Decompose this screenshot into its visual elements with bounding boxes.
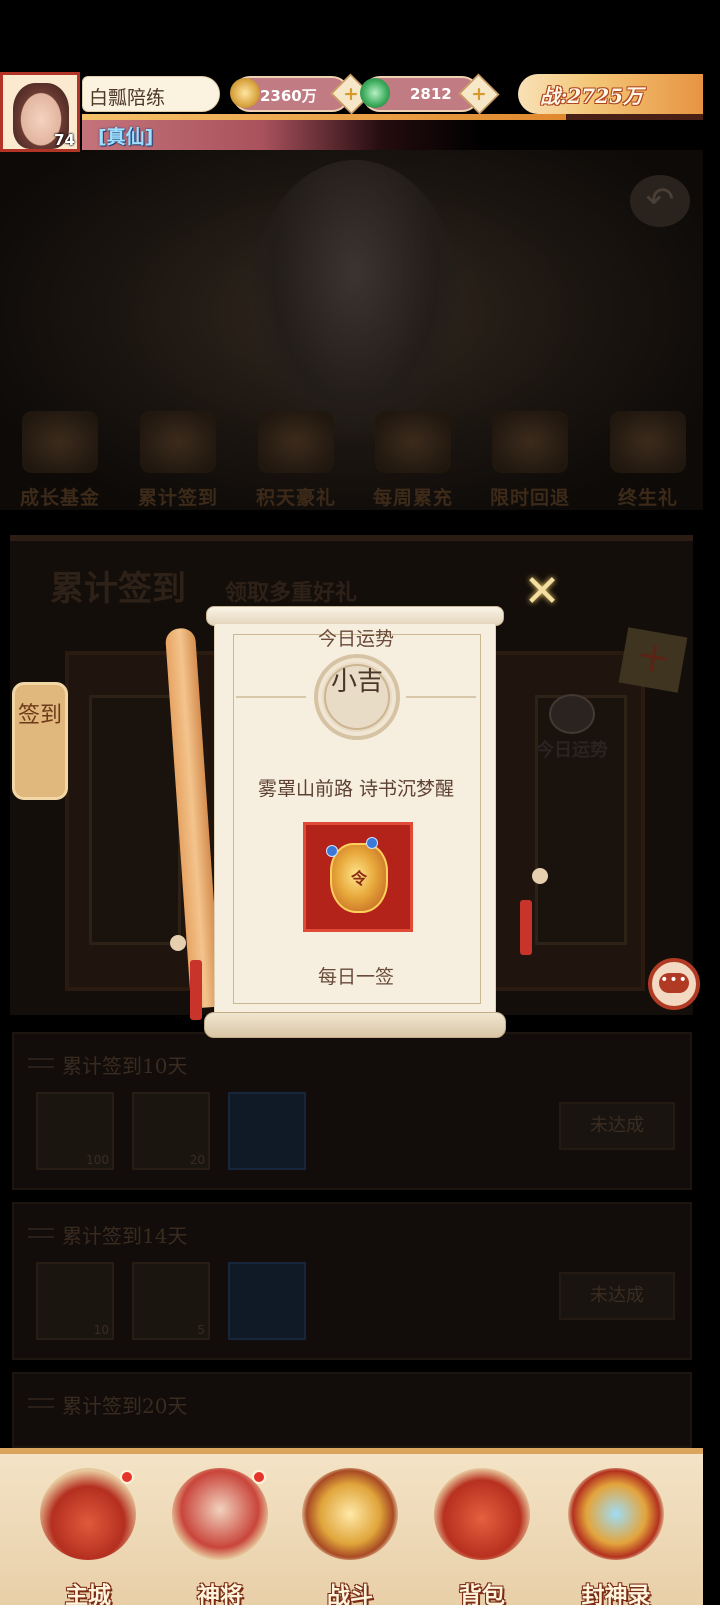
- claim-status-button[interactable]: 未达成: [559, 1102, 675, 1150]
- tassel-bead-icon: [532, 868, 548, 884]
- crossed-swords-icon: [302, 1468, 398, 1560]
- signin-side-tag[interactable]: 签到: [12, 682, 68, 800]
- tab-limited-refund[interactable]: 限时回退: [472, 405, 588, 515]
- backpack-icon: [434, 1468, 530, 1560]
- divider: [406, 696, 476, 698]
- tassel-bead-icon: [170, 935, 186, 951]
- bottom-navigation: 主城 神将 战斗 背包 封神录: [0, 1448, 703, 1605]
- player-title-strip: [真仙]: [82, 120, 482, 150]
- left-tassel-icon: [190, 960, 202, 1020]
- reward-row-20-days: 累计签到20天: [12, 1372, 692, 1448]
- divider: [236, 696, 306, 698]
- fortune-scroll-dialog: 今日运势 小吉 雾罩山前路 诗书沉梦醒 令 每日一签: [204, 606, 506, 1038]
- charm-icon: 令: [330, 843, 388, 913]
- notification-badge: [120, 1470, 134, 1484]
- player-level: 74: [54, 131, 75, 149]
- jade-amount: 2812: [410, 85, 452, 103]
- fortune-header: 今日运势: [317, 628, 394, 650]
- back-arrow-icon[interactable]: ↶: [630, 175, 690, 227]
- fortune-result-seal: 小吉: [314, 654, 400, 740]
- copper-amount: 2360万: [260, 87, 317, 105]
- fortune-result: 小吉: [330, 667, 383, 697]
- daily-fortune-button[interactable]: 今日运势: [528, 694, 616, 761]
- scroll-top-roller: [206, 606, 504, 626]
- lifetime-gift-icon: [610, 411, 686, 473]
- limited-refund-icon: [492, 411, 568, 473]
- reward-item[interactable]: [228, 1262, 306, 1340]
- jade-icon: [360, 78, 390, 108]
- activity-tab-bar: 成长基金 累计签到 积天豪礼 每周累充 限时回退 终生礼: [0, 405, 703, 515]
- signin-subtitle: 领取多重好礼: [225, 580, 358, 606]
- tab-lifetime-gift[interactable]: 终生礼: [590, 405, 703, 515]
- chat-bubble-icon: •••: [659, 973, 689, 993]
- daily-gift-icon: [258, 411, 334, 473]
- nav-investiture-record[interactable]: 封神录: [556, 1464, 676, 1605]
- row-deco-icon: [28, 1058, 54, 1068]
- tab-growth-fund[interactable]: 成长基金: [2, 405, 118, 515]
- nav-backpack[interactable]: 背包: [422, 1464, 542, 1605]
- fortune-reward-item[interactable]: 令: [303, 822, 413, 932]
- reward-item[interactable]: 100: [36, 1092, 114, 1170]
- gem-icon: [366, 837, 378, 849]
- nav-battle[interactable]: 战斗: [290, 1464, 410, 1605]
- close-icon[interactable]: ✕: [522, 570, 562, 614]
- weekly-recharge-icon: [375, 411, 451, 473]
- scroll-bottom-roller: [204, 1012, 506, 1038]
- reward-item[interactable]: [228, 1092, 306, 1170]
- row-deco-icon: [28, 1398, 54, 1408]
- nav-main-city[interactable]: 主城: [28, 1464, 148, 1605]
- player-avatar[interactable]: 74: [0, 72, 80, 152]
- chat-button[interactable]: •••: [648, 958, 700, 1010]
- fortune-footer: 每日一签: [317, 966, 394, 988]
- fortune-poem: 雾罩山前路 诗书沉梦醒: [257, 778, 455, 800]
- reward-item[interactable]: 5: [132, 1262, 210, 1340]
- cumulative-signin-icon: [140, 411, 216, 473]
- growth-fund-icon: [22, 411, 98, 473]
- copper-coin-icon: [230, 78, 260, 108]
- goddess-illustration: [250, 160, 460, 440]
- fortune-coin-icon: [549, 694, 595, 734]
- notification-badge: [252, 1470, 266, 1484]
- right-tassel-icon: [520, 900, 532, 955]
- gem-icon: [326, 845, 338, 857]
- reward-item[interactable]: 20: [132, 1092, 210, 1170]
- player-name-box: 白瓢陪练: [82, 76, 220, 112]
- combat-power: 战:2725万: [518, 74, 703, 114]
- player-title: [真仙]: [98, 126, 154, 148]
- tab-weekly-recharge[interactable]: 每周累充: [355, 405, 471, 515]
- signin-card: [89, 695, 181, 945]
- combat-power-value: 战:2725万: [540, 84, 644, 108]
- reward-row-14-days: 累计签到14天 10 5 未达成: [12, 1202, 692, 1360]
- tab-cumulative-signin[interactable]: 累计签到: [120, 405, 236, 515]
- reward-row-10-days: 累计签到10天 100 20 未达成: [12, 1032, 692, 1190]
- claim-status-button[interactable]: 未达成: [559, 1272, 675, 1320]
- investiture-record-icon: [568, 1468, 664, 1560]
- player-status-bar: 74 白瓢陪练 2360万 + 2812 + 战:2725万 [真仙]: [0, 70, 703, 156]
- row-deco-icon: [28, 1228, 54, 1238]
- nav-generals[interactable]: 神将: [160, 1464, 280, 1605]
- player-name: 白瓢陪练: [89, 87, 166, 109]
- signin-title: 累计签到: [50, 569, 186, 609]
- calendar-icon[interactable]: 十: [618, 627, 688, 693]
- tab-daily-gift[interactable]: 积天豪礼: [238, 405, 354, 515]
- reward-item[interactable]: 10: [36, 1262, 114, 1340]
